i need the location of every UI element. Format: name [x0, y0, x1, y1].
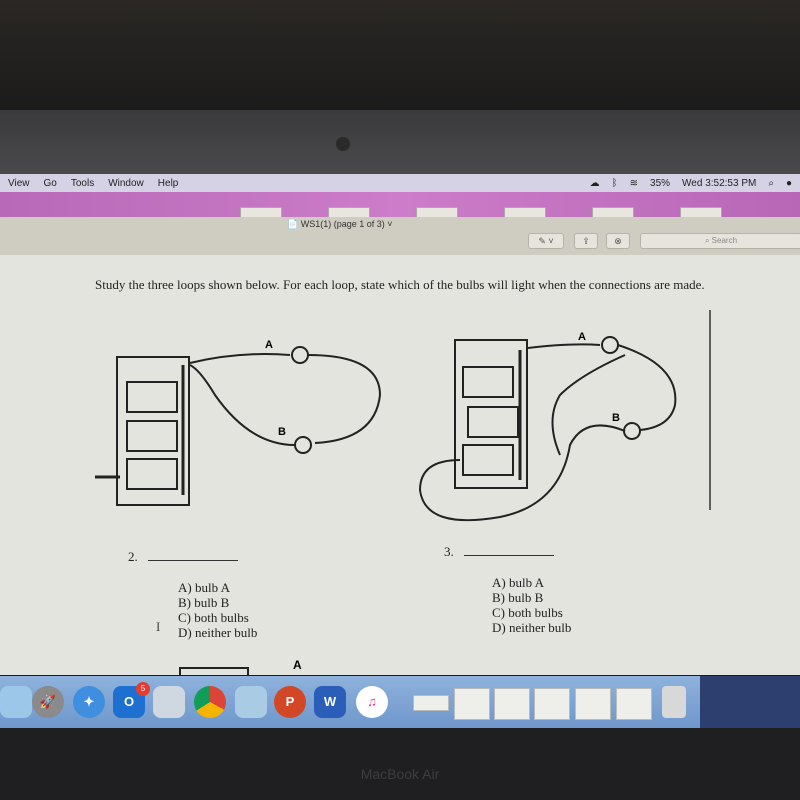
battery-cell: [462, 366, 514, 398]
preview-toolbar: 📄 WS1(1) (page 1 of 3) ˅ ✎ ˅ ⇪ ⊗ ⌕ Searc…: [0, 217, 800, 255]
safari-icon[interactable]: ✦: [73, 686, 105, 718]
share-icon[interactable]: ⇪: [574, 233, 598, 249]
minimized-window[interactable]: [413, 695, 449, 711]
question-number: 3.: [444, 544, 454, 559]
minimized-window[interactable]: [534, 688, 570, 720]
battery-holder: [454, 339, 528, 489]
choice: A) bulb A: [492, 575, 544, 590]
menu-view[interactable]: View: [8, 178, 30, 189]
trash-icon[interactable]: [662, 686, 686, 718]
bluetooth-icon[interactable]: ᛒ: [612, 178, 618, 189]
powerpoint-letter: P: [285, 694, 295, 709]
search-icon[interactable]: ⌕: [768, 178, 774, 189]
itunes-icon[interactable]: ♫: [356, 686, 388, 718]
next-label-a: A: [293, 658, 302, 672]
question-2: 2.: [128, 549, 238, 565]
camera: [336, 137, 350, 151]
label-b: B: [612, 412, 620, 424]
menu-help[interactable]: Help: [158, 178, 179, 189]
outlook-badge: 5: [136, 682, 150, 696]
battery-cell: [126, 458, 178, 490]
bezel-top: [0, 0, 800, 120]
annotate-icon[interactable]: ⊗: [606, 233, 630, 249]
minimized-window[interactable]: [616, 688, 652, 720]
search-placeholder: Search: [711, 236, 738, 245]
label-a: A: [578, 331, 586, 343]
label-a: A: [265, 339, 273, 351]
bulb-a: [291, 346, 309, 364]
answer-blank[interactable]: [463, 555, 554, 556]
wire: [527, 343, 601, 349]
wifi-icon[interactable]: ≋: [630, 178, 638, 189]
bulb-a: [601, 336, 619, 354]
desktop-wallpaper: [700, 676, 800, 728]
launchpad-icon[interactable]: 🚀: [32, 686, 64, 718]
battery-status[interactable]: 35%: [650, 178, 670, 189]
choice: D) neither bulb: [492, 620, 572, 635]
menu-bar: View Go Tools Window Help ☁ ᛒ ≋ 35% Wed …: [0, 174, 800, 192]
minimized-window[interactable]: [454, 688, 490, 720]
wire: [617, 344, 677, 431]
choice: B) bulb B: [178, 595, 230, 610]
choices-q2: A) bulb A B) bulb B C) both bulbs D) nei…: [178, 580, 257, 640]
photos-icon[interactable]: [235, 686, 267, 718]
bulb-b: [623, 422, 641, 440]
wire: [307, 354, 382, 444]
question-3: 3.: [444, 544, 554, 560]
preview-icon[interactable]: [153, 686, 185, 718]
choice: C) both bulbs: [492, 605, 563, 620]
battery-cell: [126, 420, 178, 452]
laptop-base: [0, 728, 800, 800]
answer-blank[interactable]: [147, 560, 238, 561]
minimized-window[interactable]: [494, 688, 530, 720]
document-page: Study the three loops shown below. For e…: [0, 255, 800, 675]
choices-q3: A) bulb A B) bulb B C) both bulbs D) nei…: [492, 575, 571, 635]
battery-cell: [462, 444, 514, 476]
siri-icon[interactable]: ●: [786, 178, 792, 189]
circuit-3: [418, 336, 677, 522]
outlook-letter: O: [123, 694, 135, 709]
cloud-icon[interactable]: ☁: [590, 178, 600, 189]
word-icon[interactable]: W: [314, 686, 346, 718]
document-title[interactable]: 📄 WS1(1) (page 1 of 3) ˅: [287, 219, 393, 230]
menu-go[interactable]: Go: [44, 178, 57, 189]
document-title-text: WS1(1) (page 1 of 3): [300, 219, 385, 229]
wire: [418, 424, 626, 522]
bezel: [0, 110, 800, 175]
menu-window[interactable]: Window: [108, 178, 144, 189]
markup-pen-button[interactable]: ✎ ˅: [528, 233, 564, 249]
wire: [189, 353, 291, 364]
minimized-window[interactable]: [575, 688, 611, 720]
brand-label: MacBook Air: [360, 766, 440, 782]
choice: A) bulb A: [178, 580, 230, 595]
bulb-b: [294, 436, 312, 454]
word-letter: W: [323, 694, 337, 709]
choice: D) neither bulb: [178, 625, 258, 640]
circuit-diagrams: A B A B A: [95, 310, 711, 675]
circuit-2: [95, 346, 382, 506]
choice: C) both bulbs: [178, 610, 249, 625]
menu-tools[interactable]: Tools: [71, 178, 94, 189]
finder-icon[interactable]: [0, 686, 32, 718]
search-input[interactable]: ⌕ Search: [640, 233, 800, 249]
battery-cell: [467, 406, 519, 438]
powerpoint-icon[interactable]: P: [274, 686, 306, 718]
label-b: B: [278, 426, 286, 438]
chrome-icon[interactable]: [194, 686, 226, 718]
question-number: 2.: [128, 549, 138, 564]
choice: B) bulb B: [492, 590, 544, 605]
clock[interactable]: Wed 3:52:53 PM: [682, 178, 756, 189]
next-circuit-partial: [179, 667, 249, 675]
wire: [551, 354, 626, 456]
battery-cell: [126, 381, 178, 413]
text-cursor-icon: I: [156, 619, 161, 634]
